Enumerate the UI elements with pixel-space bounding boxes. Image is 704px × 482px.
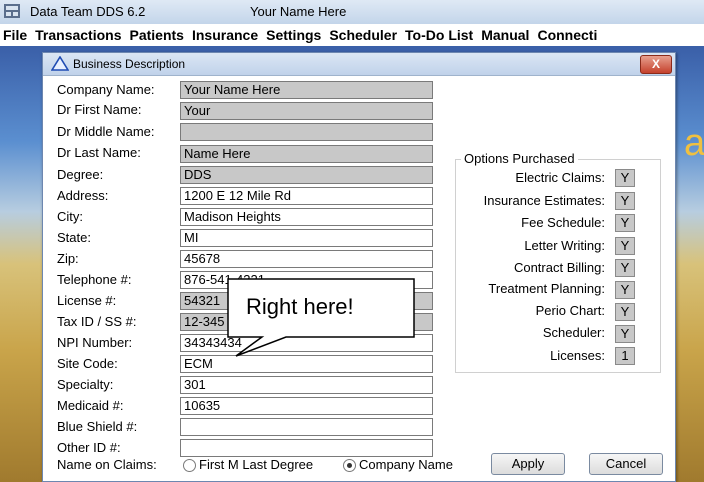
callout-bubble: [227, 278, 415, 357]
callout-text: Right here!: [246, 294, 354, 319]
